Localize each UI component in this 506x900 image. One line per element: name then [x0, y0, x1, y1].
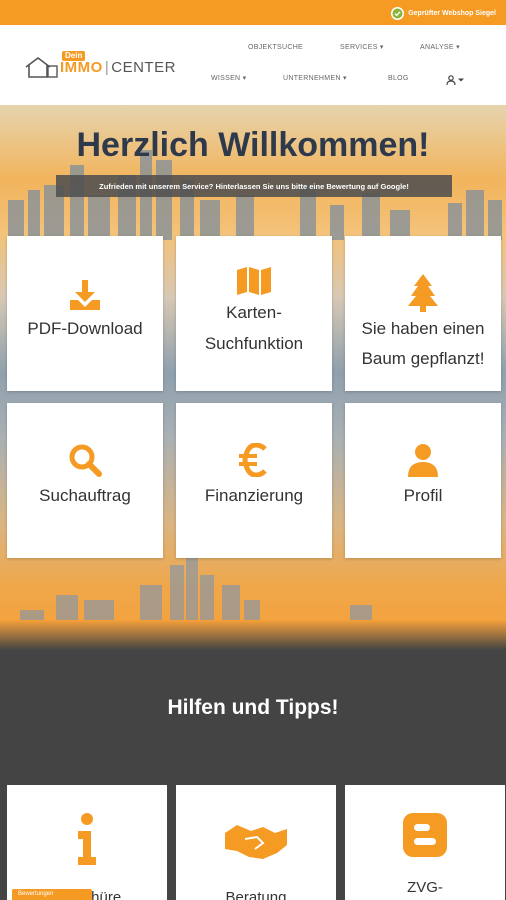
- tile-label-line1: Karten-: [226, 303, 282, 322]
- tile-label-line2: Suchfunktion: [204, 334, 304, 353]
- card-label: ZVG-: [407, 879, 443, 896]
- logo[interactable]: Dein IMMO | CENTER: [24, 51, 184, 81]
- user-account-icon: [446, 75, 456, 85]
- tile-profil[interactable]: Profil: [345, 403, 501, 558]
- download-icon: [70, 280, 100, 310]
- logo-immo: IMMO: [60, 59, 103, 76]
- tile-label: PDF-Download: [27, 319, 143, 338]
- tile-label-line2: Baum gepflanzt!: [361, 349, 485, 368]
- help-section: Hilfen und Tipps! Broschüre Beratung: [0, 650, 506, 900]
- chevron-down-icon: [458, 78, 464, 82]
- search-icon: [69, 444, 102, 477]
- tree-icon: [408, 274, 438, 312]
- webshop-seal[interactable]: Geprüfter Webshop Siegel: [391, 6, 496, 20]
- tile-pdf-download[interactable]: PDF-Download: [7, 236, 163, 391]
- nav-wissen[interactable]: WISSEN ▾: [211, 74, 246, 84]
- nav-objektsuche[interactable]: OBJEKTSUCHE: [248, 43, 303, 53]
- euro-icon: [239, 443, 267, 477]
- tile-label: Finanzierung: [204, 486, 304, 505]
- tile-suchauftrag[interactable]: Suchauftrag: [7, 403, 163, 558]
- card-beratung[interactable]: Beratung: [176, 785, 336, 900]
- blogger-icon: [403, 813, 447, 857]
- tile-finanzierung[interactable]: Finanzierung: [176, 403, 332, 558]
- help-title: Hilfen und Tipps!: [167, 696, 339, 719]
- handshake-icon: [225, 825, 287, 859]
- info-icon: [78, 813, 96, 865]
- site-header: Dein IMMO | CENTER OBJEKTSUCHE SERVICES ▾ …: [0, 25, 506, 105]
- google-review-banner[interactable]: Zufrieden mit unserem Service? Hinterlas…: [56, 175, 452, 197]
- section-fade: [0, 620, 506, 650]
- seal-label: Geprüfter Webshop Siegel: [408, 9, 496, 17]
- map-icon: [237, 267, 271, 295]
- tile-karten-suchfunktion[interactable]: Karten- Suchfunktion: [176, 236, 332, 391]
- tile-label-line1: Sie haben einen: [361, 319, 485, 338]
- tile-label: Profil: [403, 486, 443, 505]
- card-broschuere[interactable]: Broschüre: [7, 785, 167, 900]
- seal-icon: [391, 6, 405, 20]
- user-menu-button[interactable]: [446, 74, 466, 86]
- reviews-tab-button[interactable]: Bewertungen: [12, 889, 92, 900]
- hero-section: Herzlich Willkommen! Zufrieden mit unser…: [0, 105, 506, 640]
- nav-services[interactable]: SERVICES ▾: [340, 43, 384, 53]
- tile-baum-gepflanzt[interactable]: Sie haben einen Baum gepflanzt!: [345, 236, 501, 391]
- user-icon: [408, 444, 438, 477]
- card-label: Beratung: [225, 889, 287, 900]
- nav-analyse[interactable]: ANALYSE ▾: [420, 43, 460, 53]
- nav-blog[interactable]: BLOG: [388, 74, 409, 84]
- card-zvg[interactable]: ZVG-: [345, 785, 505, 900]
- nav-unternehmen[interactable]: UNTERNEHMEN ▾: [283, 74, 347, 84]
- logo-center: CENTER: [111, 59, 176, 76]
- page-title: Herzlich Willkommen!: [76, 126, 430, 164]
- house-logo-icon: [25, 57, 58, 78]
- top-bar: Geprüfter Webshop Siegel: [0, 0, 506, 25]
- tile-label: Suchauftrag: [39, 486, 131, 505]
- logo-wordmark: IMMO | CENTER: [60, 59, 176, 76]
